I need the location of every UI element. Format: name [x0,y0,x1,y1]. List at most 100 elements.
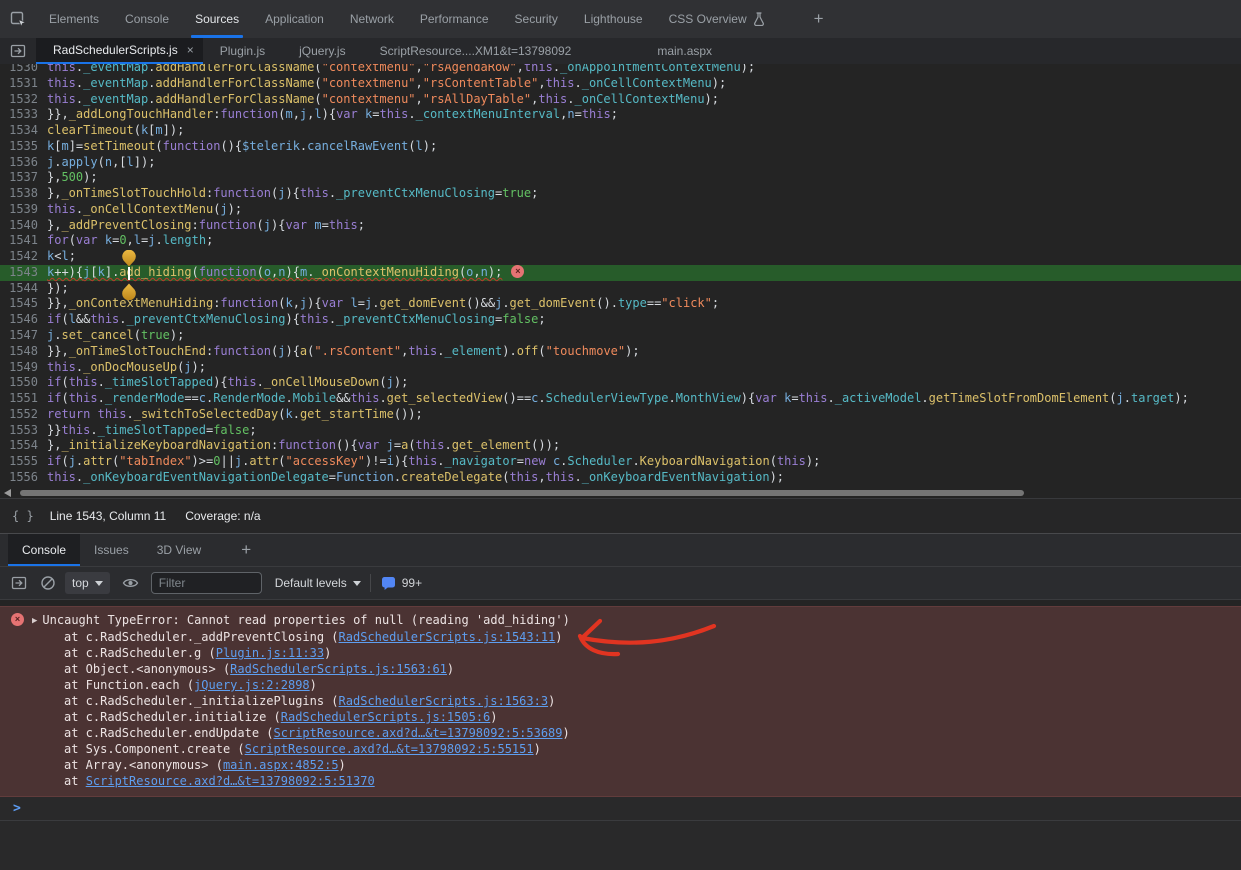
selection-handle-bottom[interactable] [120,283,138,300]
line-number[interactable]: 1533 [0,107,47,123]
file-tab-scriptresource....xm1-t-13798092[interactable]: ScriptResource....XM1&t=13798092 [363,38,589,64]
line-number[interactable]: 1546 [0,312,47,328]
source-location-link[interactable]: RadSchedulerScripts.js:1505:6 [281,710,491,724]
tab-sources[interactable]: Sources [182,0,252,38]
line-number[interactable]: 1549 [0,360,47,376]
line-number[interactable]: 1542 [0,249,47,265]
code-line[interactable]: 1546if(l&&this._preventCtxMenuClosing){t… [0,312,1241,328]
drawer-more-tools-button[interactable]: + [229,534,263,566]
clear-console-button[interactable] [40,575,56,591]
tab-network[interactable]: Network [337,0,407,38]
file-tab-plugin.js[interactable]: Plugin.js [203,38,282,64]
selection-handle-top[interactable] [120,250,138,267]
code-line[interactable]: 1530this._eventMap.addHandlerForClassNam… [0,64,1241,76]
line-number[interactable]: 1537 [0,170,47,186]
line-number[interactable]: 1554 [0,438,47,454]
line-number[interactable]: 1532 [0,92,47,108]
line-number[interactable]: 1550 [0,375,47,391]
console-error-message[interactable]: × ▶ Uncaught TypeError: Cannot read prop… [0,606,1241,797]
close-icon[interactable]: × [187,44,194,56]
file-tab-jquery.js[interactable]: jQuery.js [282,38,362,64]
source-location-link[interactable]: ScriptResource.axd?d…&t=13798092:5:53689 [274,726,563,740]
code-line[interactable]: 1536j.apply(n,[l]); [0,155,1241,171]
issues-counter[interactable]: 99+ [381,576,422,591]
scrollbar-left-arrow-icon[interactable] [4,489,11,497]
source-location-link[interactable]: RadSchedulerScripts.js:1563:3 [339,694,549,708]
code-line[interactable]: 1554},_initializeKeyboardNavigation:func… [0,438,1241,454]
code-line[interactable]: 1532this._eventMap.addHandlerForClassNam… [0,92,1241,108]
code-line[interactable]: 1553}}this._timeSlotTapped=false; [0,423,1241,439]
line-number[interactable]: 1539 [0,202,47,218]
code-line[interactable]: 1550if(this._timeSlotTapped){this._onCel… [0,375,1241,391]
line-number[interactable]: 1552 [0,407,47,423]
tab-lighthouse[interactable]: Lighthouse [571,0,656,38]
file-tab-main.aspx[interactable]: main.aspx [640,38,729,64]
code-line[interactable]: 1539this._onCellContextMenu(j); [0,202,1241,218]
expand-triangle-icon[interactable]: ▶ [32,613,37,629]
source-location-link[interactable]: Plugin.js:11:33 [216,646,324,660]
source-location-link[interactable]: ScriptResource.axd?d…&t=13798092:5:51370 [86,774,375,788]
drawer-tab-console[interactable]: Console [8,534,80,566]
create-live-expression-button[interactable] [122,576,139,590]
editor-horizontal-scrollbar[interactable] [0,488,1241,498]
line-number[interactable]: 1555 [0,454,47,470]
more-tools-button[interactable]: + [802,0,836,38]
line-number[interactable]: 1545 [0,296,47,312]
inline-error-icon[interactable]: × [511,265,524,278]
source-location-link[interactable]: jQuery.js:2:2898 [194,678,310,692]
code-line[interactable]: 1548}},_onTimeSlotTouchEnd:function(j){a… [0,344,1241,360]
source-location-link[interactable]: RadSchedulerScripts.js:1563:61 [230,662,447,676]
line-number[interactable]: 1541 [0,233,47,249]
inspect-element-button[interactable] [0,0,36,38]
line-number[interactable]: 1543 [0,265,47,281]
line-number[interactable]: 1535 [0,139,47,155]
code-line[interactable]: 1552return this._switchToSelectedDay(k.g… [0,407,1241,423]
line-number[interactable]: 1540 [0,218,47,234]
line-number[interactable]: 1544 [0,281,47,297]
tab-performance[interactable]: Performance [407,0,502,38]
line-number[interactable]: 1556 [0,470,47,486]
line-number[interactable]: 1530 [0,64,47,76]
console-filter-input[interactable] [151,572,262,594]
code-line[interactable]: 1533}},_addLongTouchHandler:function(m,j… [0,107,1241,123]
line-number[interactable]: 1553 [0,423,47,439]
drawer-tab-3d-view[interactable]: 3D View [143,534,215,566]
code-line[interactable]: 1556this._onKeyboardEventNavigationDeleg… [0,470,1241,486]
tab-application[interactable]: Application [252,0,337,38]
line-number[interactable]: 1547 [0,328,47,344]
tab-console[interactable]: Console [112,0,182,38]
code-line[interactable]: 1535k[m]=setTimeout(function(){$telerik.… [0,139,1241,155]
line-number[interactable]: 1531 [0,76,47,92]
code-line[interactable]: 1540},_addPreventClosing:function(j){var… [0,218,1241,234]
code-line[interactable]: 1542k<l; [0,249,1241,265]
scrollbar-thumb[interactable] [20,490,1024,496]
code-editor[interactable]: 1530this._eventMap.addHandlerForClassNam… [0,64,1241,488]
toggle-navigator-button[interactable] [0,38,36,64]
line-number[interactable]: 1538 [0,186,47,202]
tab-css-overview[interactable]: CSS Overview [656,0,778,38]
source-location-link[interactable]: ScriptResource.axd?d…&t=13798092:5:55151 [245,742,534,756]
code-line[interactable]: 1555if(j.attr("tabIndex")>=0||j.attr("ac… [0,454,1241,470]
code-line[interactable]: 1541for(var k=0,l=j.length; [0,233,1241,249]
line-number[interactable]: 1551 [0,391,47,407]
tab-security[interactable]: Security [502,0,571,38]
drawer-tab-issues[interactable]: Issues [80,534,143,566]
code-line[interactable]: 1549this._onDocMouseUp(j); [0,360,1241,376]
source-location-link[interactable]: RadSchedulerScripts.js:1543:11 [339,630,556,644]
console-prompt[interactable]: > [0,797,1241,821]
code-line[interactable]: 1543k++){j[k].add_hiding(function(o,n){m… [0,265,1241,281]
pretty-print-icon[interactable]: { } [12,509,34,523]
line-number[interactable]: 1536 [0,155,47,171]
code-line[interactable]: 1545}},_onContextMenuHiding:function(k,j… [0,296,1241,312]
source-location-link[interactable]: main.aspx:4852:5 [223,758,339,772]
code-line[interactable]: 1534clearTimeout(k[m]); [0,123,1241,139]
execution-context-selector[interactable]: top [65,572,110,594]
line-number[interactable]: 1534 [0,123,47,139]
code-line[interactable]: 1544}); [0,281,1241,297]
log-levels-dropdown[interactable]: Default levels [275,576,361,590]
line-number[interactable]: 1548 [0,344,47,360]
file-tab-radschedulerscripts.js[interactable]: RadSchedulerScripts.js× [36,38,203,64]
code-line[interactable]: 1551if(this._renderMode==c.RenderMode.Mo… [0,391,1241,407]
code-line[interactable]: 1547j.set_cancel(true); [0,328,1241,344]
console-sidebar-toggle-button[interactable] [11,575,27,591]
